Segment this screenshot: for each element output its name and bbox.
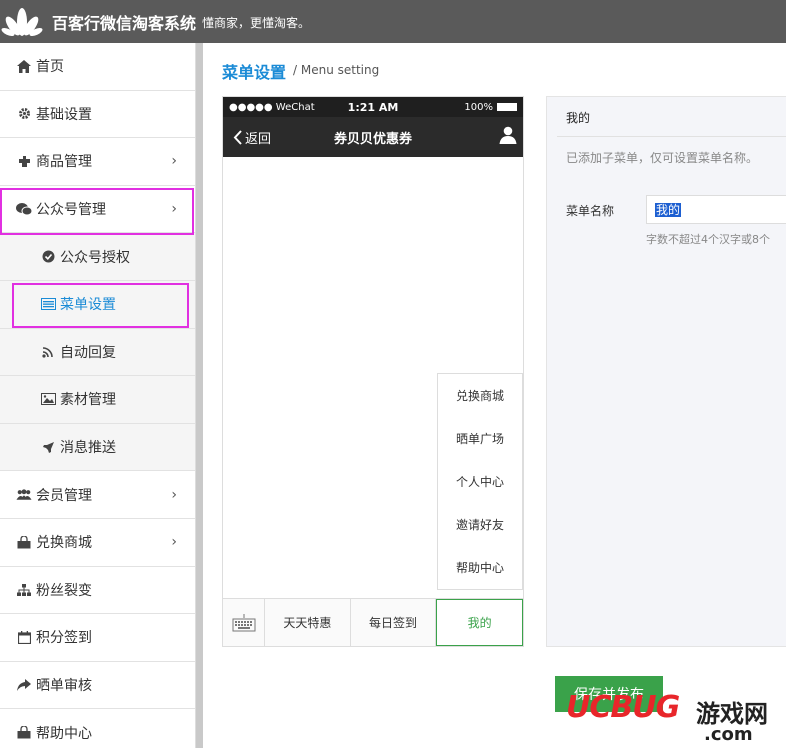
sidebar-item-members[interactable]: 会员管理 ›: [0, 471, 195, 519]
sidebar-item-label: 自动回复: [60, 344, 116, 361]
sub-menu-item[interactable]: 晒单广场: [438, 417, 522, 460]
sidebar-item-help-center[interactable]: 帮助中心: [0, 709, 195, 748]
wechat-icon: [16, 202, 32, 216]
rss-icon: [40, 346, 56, 358]
sub-menu-item[interactable]: 邀请好友: [438, 503, 522, 546]
sidebar-item-auto-reply[interactable]: 自动回复: [0, 328, 195, 377]
picture-icon: [40, 393, 56, 406]
main-content: 菜单设置 / Menu setting ●●●●● WeChat 1:21 AM…: [203, 43, 786, 748]
list-alt-icon: [40, 298, 56, 311]
help-icon: [16, 726, 32, 739]
menu-name-label: 菜单名称: [566, 204, 615, 218]
lotus-logo-icon: [0, 0, 44, 43]
sub-menu-item[interactable]: 帮助中心: [438, 546, 522, 589]
calendar-icon: [16, 630, 32, 644]
brand-slogan: 懂商家，更懂淘客。: [202, 16, 311, 30]
sidebar-item-label: 会员管理: [36, 487, 92, 504]
shopping-bag-icon: [16, 535, 32, 549]
page-subtitle: / Menu setting: [293, 63, 380, 77]
phone-preview: ●●●●● WeChat 1:21 AM 100% 返回 券贝贝优惠券 兑换商城…: [222, 96, 524, 647]
rocket-icon: [40, 441, 56, 454]
chevron-left-icon: [233, 129, 242, 145]
home-icon: [16, 59, 32, 73]
sidebar-item-account-auth[interactable]: 公众号授权: [0, 233, 195, 281]
sidebar-item-label: 菜单设置: [60, 297, 116, 314]
sidebar-item-label: 商品管理: [36, 154, 92, 171]
sidebar-item-exchange-mall[interactable]: 兑换商城 ›: [0, 519, 195, 567]
sidebar-item-label: 消息推送: [60, 440, 116, 457]
sidebar-item-fan-fission[interactable]: 粉丝裂变: [0, 567, 195, 615]
sidebar-item-label: 积分签到: [36, 630, 92, 647]
sidebar-item-label: 兑换商城: [36, 535, 92, 552]
sidebar-scrollbar[interactable]: [196, 43, 203, 748]
top-bar: 百客行微信淘客系统 懂商家，更懂淘客。: [0, 0, 786, 43]
share-icon: [16, 679, 32, 692]
keyboard-icon[interactable]: [223, 599, 265, 646]
sidebar-item-label: 基础设置: [36, 106, 92, 123]
sidebar: 首页 基础设置 商品管理 › 公众号管理 › 公众号授权 菜单设置 自动回复 素…: [0, 43, 196, 748]
back-button[interactable]: 返回: [233, 128, 271, 147]
phone-nav-bar: 返回 券贝贝优惠券: [223, 117, 523, 157]
users-icon: [16, 488, 32, 501]
sidebar-item-label: 公众号管理: [36, 202, 106, 219]
sidebar-item-label: 帮助中心: [36, 725, 92, 742]
sidebar-item-materials[interactable]: 素材管理: [0, 376, 195, 424]
menu-item-daily-deals[interactable]: 天天特惠: [265, 599, 351, 646]
gear-icon: [16, 107, 32, 120]
menu-item-mine[interactable]: 我的: [436, 599, 524, 646]
menu-name-hint: 字数不超过4个汉字或8个: [646, 233, 770, 246]
chevron-right-icon: ›: [171, 534, 177, 551]
sidebar-item-label: 粉丝裂变: [36, 582, 92, 599]
menu-item-daily-checkin[interactable]: 每日签到: [351, 599, 437, 646]
ucbug-watermark: UCBUG 游戏网 .com: [566, 690, 786, 748]
check-circle-icon: [40, 250, 56, 263]
sidebar-item-home[interactable]: 首页: [0, 43, 195, 91]
sidebar-item-official-account[interactable]: 公众号管理 ›: [0, 186, 195, 234]
sidebar-item-share-review[interactable]: 晒单审核: [0, 662, 195, 710]
chevron-right-icon: ›: [171, 201, 177, 218]
watermark-domain: .com: [704, 724, 753, 745]
status-time: 1:21 AM: [347, 100, 399, 114]
sidebar-item-products[interactable]: 商品管理 ›: [0, 138, 195, 186]
menu-name-value: 我的: [655, 203, 682, 217]
editor-title: 我的: [566, 111, 591, 125]
sidebar-item-label: 公众号授权: [60, 249, 130, 266]
divider: [557, 136, 786, 137]
sidebar-item-points-checkin[interactable]: 积分签到: [0, 614, 195, 662]
sidebar-item-basic-settings[interactable]: 基础设置: [0, 91, 195, 139]
back-label: 返回: [245, 131, 272, 147]
sidebar-item-menu-settings[interactable]: 菜单设置: [0, 280, 195, 329]
sidebar-item-label: 晒单审核: [36, 678, 92, 695]
user-icon[interactable]: [499, 126, 517, 148]
phone-status-bar: ●●●●● WeChat 1:21 AM 100%: [223, 97, 523, 117]
chevron-right-icon: ›: [171, 486, 177, 503]
sub-menu-item[interactable]: 个人中心: [438, 460, 522, 503]
page-title: 菜单设置: [222, 63, 287, 82]
sidebar-item-message-push[interactable]: 消息推送: [0, 423, 195, 472]
sub-menu-popup: 兑换商城 晒单广场 个人中心 邀请好友 帮助中心: [437, 373, 523, 590]
chevron-right-icon: ›: [171, 153, 177, 170]
menu-name-input[interactable]: 我的: [646, 195, 786, 224]
sidebar-item-label: 素材管理: [60, 392, 116, 409]
menu-editor-panel: 我的 已添加子菜单，仅可设置菜单名称。 菜单名称 我的 字数不超过4个汉字或8个: [546, 96, 786, 647]
brand-name: 百客行微信淘客系统: [52, 13, 197, 33]
editor-note: 已添加子菜单，仅可设置菜单名称。: [566, 151, 759, 165]
sidebar-item-label: 首页: [36, 59, 64, 76]
puzzle-icon: [16, 155, 32, 168]
sitemap-icon: [16, 583, 32, 596]
sub-menu-item[interactable]: 兑换商城: [438, 374, 522, 417]
phone-menu-bar: 天天特惠 每日签到 我的: [223, 598, 524, 646]
watermark-ucbug: UCBUG: [566, 690, 680, 725]
